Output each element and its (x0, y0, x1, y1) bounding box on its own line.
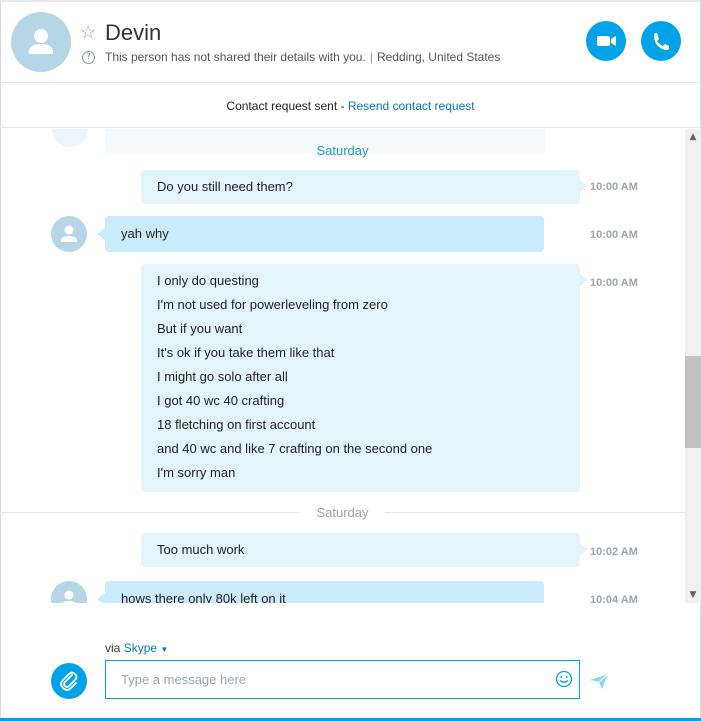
avatar-person-icon (61, 225, 77, 242)
chat-scrollbar[interactable]: ▲ ▼ (685, 129, 701, 603)
message-input[interactable] (106, 661, 546, 698)
message-input-box[interactable] (105, 660, 580, 699)
contact-details: This person has not shared their details… (105, 49, 500, 65)
chat-history[interactable]: Saturday Do you still need them? 10:00 A… (0, 129, 685, 603)
contact-request-notice: Contact request sent - Resend contact re… (0, 84, 701, 128)
contact-status-text: This person has not shared their details… (105, 50, 366, 64)
emoji-icon[interactable] (554, 669, 574, 689)
message-line: It's ok if you take them like that (157, 345, 335, 360)
notice-text: Contact request sent - (226, 99, 348, 113)
avatar-person-icon (62, 590, 76, 603)
message-line: 18 fletching on first account (157, 417, 316, 432)
message-time: 10:00 AM (590, 277, 638, 289)
audio-call-button[interactable] (641, 21, 681, 61)
video-call-icon (597, 36, 616, 46)
phone-call-icon (654, 33, 669, 50)
message-line: I might go solo after all (157, 369, 288, 384)
scrollbar-thumb[interactable] (685, 356, 701, 448)
send-icon[interactable] (589, 672, 609, 690)
contact-avatar-small[interactable] (51, 216, 87, 252)
message-time: 10:02 AM (590, 546, 638, 558)
message-line: Too much work (157, 542, 245, 557)
message-line: But if you want (157, 321, 243, 336)
contact-name: Devin (105, 20, 162, 45)
message-line: I'm sorry man (157, 465, 236, 480)
service-name[interactable]: Skype (124, 641, 157, 655)
message-time: 10:00 AM (590, 181, 638, 193)
message-line: I'm not used for powerleveling from zero (157, 297, 388, 312)
day-separator: Saturday (0, 505, 685, 521)
message-line: yah why (121, 226, 169, 241)
message-line: I only do questing (157, 273, 259, 288)
message-bubble-outgoing[interactable]: Too much work (141, 533, 588, 567)
conversation-header: ☆ Devin ? This person has not shared the… (0, 2, 701, 83)
resend-contact-request-link[interactable]: Resend contact request (348, 99, 475, 113)
message-line: hows there only 80k left on it (121, 591, 286, 603)
scroll-down-icon[interactable]: ▼ (685, 587, 701, 603)
message-bubble-outgoing[interactable]: I only do questing I'm not used for powe… (141, 264, 588, 492)
message-line: and 40 wc and like 7 crafting on the sec… (157, 441, 433, 456)
video-call-button[interactable] (586, 21, 626, 61)
message-bubble-incoming[interactable]: hows there only 80k left on it (97, 581, 544, 603)
details-separator: | (369, 50, 373, 64)
attach-button[interactable] (51, 663, 87, 699)
avatar-person-icon (29, 29, 53, 54)
scroll-up-icon[interactable]: ▲ (685, 129, 701, 145)
attach-icon (60, 671, 78, 691)
star-icon[interactable]: ☆ (80, 22, 96, 42)
contact-avatar-small[interactable] (51, 581, 87, 603)
day-separator: Saturday (316, 143, 369, 158)
contact-avatar[interactable] (11, 12, 71, 72)
info-icon[interactable]: ? (82, 51, 95, 64)
day-separator-label: Saturday (300, 505, 385, 520)
message-line: Do you still need them? (157, 179, 293, 194)
chevron-down-icon[interactable]: ▼ (160, 645, 168, 654)
message-time: 10:04 AM (590, 594, 638, 603)
message-time: 10:00 AM (590, 229, 638, 241)
send-via-selector[interactable]: via Skype ▼ (105, 641, 168, 657)
message-line: I got 40 wc 40 crafting (157, 393, 285, 408)
via-label: via (105, 641, 121, 655)
message-bubble-outgoing[interactable]: Do you still need them? (141, 170, 588, 204)
message-bubble-incoming[interactable]: yah why (97, 216, 544, 252)
contact-location: Redding, United States (376, 50, 501, 64)
